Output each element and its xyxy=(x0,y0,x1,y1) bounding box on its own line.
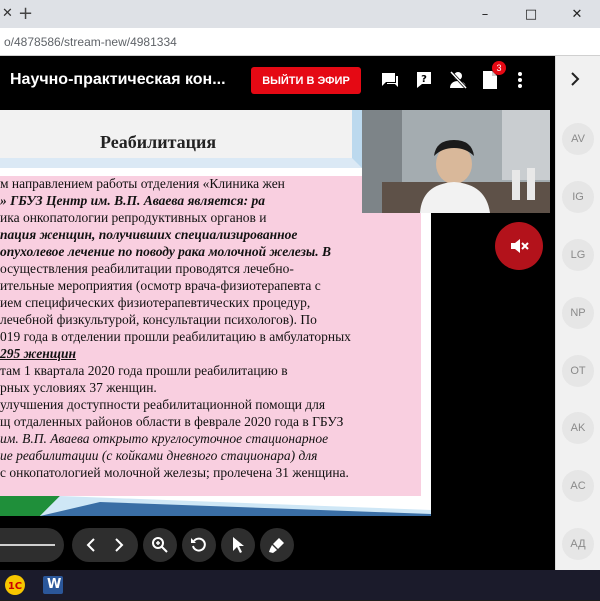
participants-sidebar: AV IG LG NP OT AK AC АД xyxy=(555,56,600,570)
slide-line: там 1 квартала 2020 года прошли реабилит… xyxy=(0,363,288,378)
slide-line: рных условиях 37 женщин. xyxy=(0,380,157,395)
slide-line: лечебной физкультурой, консультации псих… xyxy=(0,312,317,327)
participant-avatar[interactable]: AV xyxy=(562,123,594,155)
slide-title-bar: Реабилитация xyxy=(0,110,362,168)
slide-line: опухолевое лечение по поводу рака молочн… xyxy=(0,244,331,259)
slide-line: 295 женщин xyxy=(0,346,77,361)
progress-control[interactable] xyxy=(0,528,64,562)
slide-line: с онкопатологией молочной железы; пролеч… xyxy=(0,465,349,480)
slide-line: » ГБУЗ Центр им. В.П. Аваева является: р… xyxy=(0,193,265,208)
question-icon[interactable]: ? xyxy=(413,69,435,91)
address-bar[interactable]: o/4878586/stream-new/4981334 xyxy=(0,28,600,56)
speaker-off-icon xyxy=(511,239,529,253)
os-taskbar: 1C W xyxy=(0,570,600,600)
url-text[interactable]: o/4878586/stream-new/4981334 xyxy=(4,35,177,49)
slide-line: ительные мероприятия (осмотр врача-физио… xyxy=(0,278,321,293)
svg-text:1C: 1C xyxy=(8,581,22,592)
chat-icon[interactable] xyxy=(379,69,401,91)
slide-nav-control xyxy=(72,528,138,562)
browser-tabstrip: ✕ + – □ ✕ xyxy=(0,0,600,28)
slide-line: ие реабилитации (с койками дневного стац… xyxy=(0,448,318,463)
progress-track[interactable] xyxy=(0,544,55,546)
go-live-button[interactable]: ВЫЙТИ В ЭФИР xyxy=(251,67,361,94)
participant-avatar[interactable]: NP xyxy=(562,297,594,329)
maximize-button[interactable]: □ xyxy=(508,0,554,28)
app-header: Научно-практическая кон... ВЫЙТИ В ЭФИР … xyxy=(0,56,555,104)
slide-line: м направлением работы отделения «Клиника… xyxy=(0,176,285,191)
participant-avatar[interactable]: AK xyxy=(562,412,594,444)
speaker-video xyxy=(362,110,550,213)
slide-title: Реабилитация xyxy=(100,132,217,152)
slide-line: им. В.П. Аваева открыто круглосуточное с… xyxy=(0,431,329,446)
user-off-icon[interactable] xyxy=(447,69,469,91)
participant-avatar[interactable]: IG xyxy=(562,181,594,213)
slide-footer-decoration xyxy=(0,496,431,516)
unmute-button[interactable] xyxy=(495,222,543,270)
conference-title: Научно-практическая кон... xyxy=(10,71,226,88)
participant-avatar[interactable]: АД xyxy=(562,528,594,560)
chevron-right-icon[interactable] xyxy=(570,72,580,91)
slide-line: пация женщин, получивших специализирован… xyxy=(0,227,298,242)
close-window-button[interactable]: ✕ xyxy=(554,0,600,28)
tab-close-icon[interactable]: ✕ xyxy=(2,6,13,21)
slide-line: улучшения доступности реабилитационной п… xyxy=(0,397,326,412)
slide-line: щ отдаленных районов области в феврале 2… xyxy=(0,414,344,429)
slide-line: ием специфических физиотерапевтических п… xyxy=(0,295,311,310)
word-icon-letter: W xyxy=(47,577,62,592)
window-controls: – □ ✕ xyxy=(462,0,600,28)
notification-badge: 3 xyxy=(492,61,506,75)
speaker-video-frame xyxy=(362,110,550,213)
participant-avatar[interactable]: OT xyxy=(562,355,594,387)
new-tab-icon[interactable]: + xyxy=(18,3,33,24)
slide-line: осуществления реабилитации проводятся ле… xyxy=(0,261,294,276)
svg-text:?: ? xyxy=(421,74,427,85)
minimize-button[interactable]: – xyxy=(462,0,508,28)
participant-avatar[interactable]: AC xyxy=(562,470,594,502)
word-icon[interactable]: W xyxy=(42,574,64,596)
prev-icon[interactable] xyxy=(77,538,105,552)
slide-line: ика онкопатологии репродуктивных органов… xyxy=(0,210,267,225)
1c-icon[interactable]: 1C xyxy=(4,574,26,596)
pointer-icon[interactable] xyxy=(221,528,255,562)
participant-avatar[interactable]: LG xyxy=(562,239,594,271)
more-vert-icon[interactable] xyxy=(509,69,531,91)
brush-icon[interactable] xyxy=(260,528,294,562)
slide-body: м направлением работы отделения «Клиника… xyxy=(0,176,421,496)
slide-line: 019 года в отделении прошли реабилитацию… xyxy=(0,329,351,344)
zoom-icon[interactable] xyxy=(143,528,177,562)
next-icon[interactable] xyxy=(105,538,133,552)
rotate-icon[interactable] xyxy=(182,528,216,562)
